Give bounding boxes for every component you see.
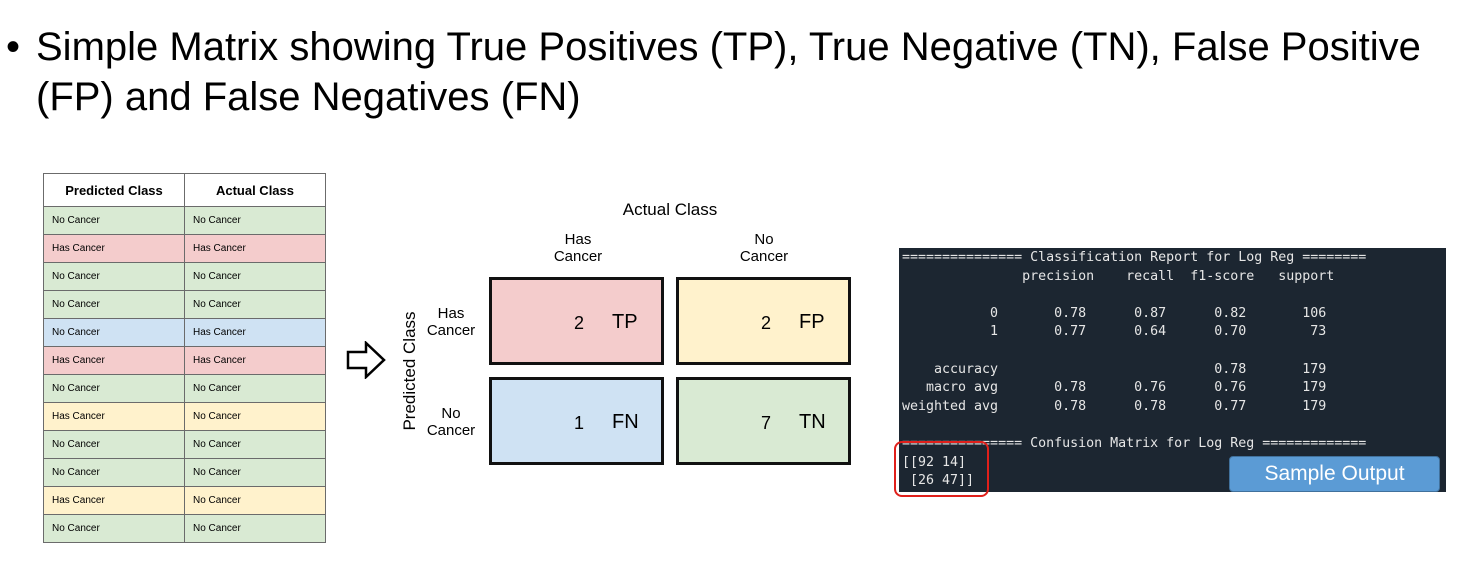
table-row: No Cancer No Cancer xyxy=(43,262,326,291)
actual-class-cell: Has Cancer xyxy=(184,318,326,347)
row-header-no-cancer: No Cancer xyxy=(416,405,486,439)
table-row: Has Cancer No Cancer xyxy=(43,402,326,431)
predicted-class-cell: No Cancer xyxy=(43,290,185,319)
confusion-matrix-highlight xyxy=(894,441,989,497)
column-header-no-cancer: No Cancer xyxy=(704,231,824,265)
table-header-row: Predicted Class Actual Class xyxy=(43,173,326,207)
column-header-has-cancer: Has Cancer xyxy=(518,231,638,265)
tn-label: TN xyxy=(799,411,826,433)
false-positive-cell: 2 FP xyxy=(676,277,851,365)
bullet-point: • xyxy=(6,25,21,69)
actual-class-cell: No Cancer xyxy=(184,402,326,431)
table-row: No Cancer No Cancer xyxy=(43,430,326,459)
fn-label: FN xyxy=(612,411,639,433)
table-row: No Cancer No Cancer xyxy=(43,206,326,235)
actual-class-cell: Has Cancer xyxy=(184,346,326,375)
classification-table: Predicted Class Actual Class No Cancer No… xyxy=(43,173,326,543)
tp-label: TP xyxy=(612,311,638,333)
terminal-line: precision recall f1-score support xyxy=(902,268,1335,284)
predicted-class-cell: No Cancer xyxy=(43,206,185,235)
fp-label: FP xyxy=(799,311,825,333)
sample-output-button[interactable]: Sample Output xyxy=(1229,456,1440,492)
row-header-line: No xyxy=(441,405,461,422)
predicted-class-cell: Has Cancer xyxy=(43,346,185,375)
terminal-line: 1 0.77 0.64 0.70 73 xyxy=(902,324,1327,340)
row-header-line: Cancer xyxy=(426,422,476,439)
right-arrow-icon xyxy=(346,341,386,379)
terminal-line: accuracy 0.78 179 xyxy=(902,361,1327,377)
fn-count: 1 xyxy=(574,413,585,433)
terminal-line: macro avg 0.78 0.76 0.76 179 xyxy=(902,380,1327,396)
tn-count: 7 xyxy=(761,413,772,433)
predicted-class-cell: No Cancer xyxy=(43,458,185,487)
actual-class-cell: No Cancer xyxy=(184,262,326,291)
actual-class-cell: No Cancer xyxy=(184,206,326,235)
title-text: Simple Matrix showing True Positives (TP… xyxy=(36,25,1421,119)
predicted-class-cell: No Cancer xyxy=(43,262,185,291)
tp-count: 2 xyxy=(574,313,585,333)
actual-class-cell: No Cancer xyxy=(184,430,326,459)
row-header-line: Cancer xyxy=(426,322,476,339)
header-actual-class: Actual Class xyxy=(184,173,326,207)
table-row: Has Cancer No Cancer xyxy=(43,486,326,515)
terminal-line: 0 0.78 0.87 0.82 106 xyxy=(902,305,1327,321)
actual-class-cell: No Cancer xyxy=(184,458,326,487)
actual-class-label: Actual Class xyxy=(622,200,718,219)
predicted-class-cell: No Cancer xyxy=(43,430,185,459)
row-header-has-cancer: Has Cancer xyxy=(416,305,486,339)
actual-class-cell: No Cancer xyxy=(184,486,326,515)
column-header-line: Has xyxy=(564,231,592,248)
terminal-line: =============== Classification Report fo… xyxy=(902,250,1367,265)
predicted-class-cell: No Cancer xyxy=(43,318,185,347)
false-negative-cell: 1 FN xyxy=(489,377,664,465)
actual-class-cell: No Cancer xyxy=(184,290,326,319)
terminal-line: weighted avg 0.78 0.78 0.77 179 xyxy=(902,398,1327,414)
slide-title: • Simple Matrix showing True Positives (… xyxy=(6,22,1446,122)
predicted-class-cell: Has Cancer xyxy=(43,234,185,263)
true-positive-cell: 2 TP xyxy=(489,277,664,365)
table-row: Has Cancer Has Cancer xyxy=(43,346,326,375)
table-row: No Cancer No Cancer xyxy=(43,514,326,543)
predicted-class-cell: No Cancer xyxy=(43,374,185,403)
true-negative-cell: 7 TN xyxy=(676,377,851,465)
predicted-class-cell: No Cancer xyxy=(43,514,185,543)
predicted-class-cell: Has Cancer xyxy=(43,402,185,431)
table-row: Has Cancer Has Cancer xyxy=(43,234,326,263)
fp-count: 2 xyxy=(761,313,772,333)
row-header-line: Has xyxy=(437,305,465,322)
table-row: No Cancer No Cancer xyxy=(43,374,326,403)
header-predicted-class: Predicted Class xyxy=(43,173,185,207)
actual-class-cell: No Cancer xyxy=(184,514,326,543)
actual-class-cell: Has Cancer xyxy=(184,234,326,263)
column-header-line: No xyxy=(754,231,774,248)
table-row: No Cancer No Cancer xyxy=(43,290,326,319)
column-header-line: Cancer xyxy=(739,248,789,265)
predicted-class-cell: Has Cancer xyxy=(43,486,185,515)
actual-class-cell: No Cancer xyxy=(184,374,326,403)
table-row: No Cancer Has Cancer xyxy=(43,318,326,347)
table-row: No Cancer No Cancer xyxy=(43,458,326,487)
column-header-line: Cancer xyxy=(553,248,603,265)
